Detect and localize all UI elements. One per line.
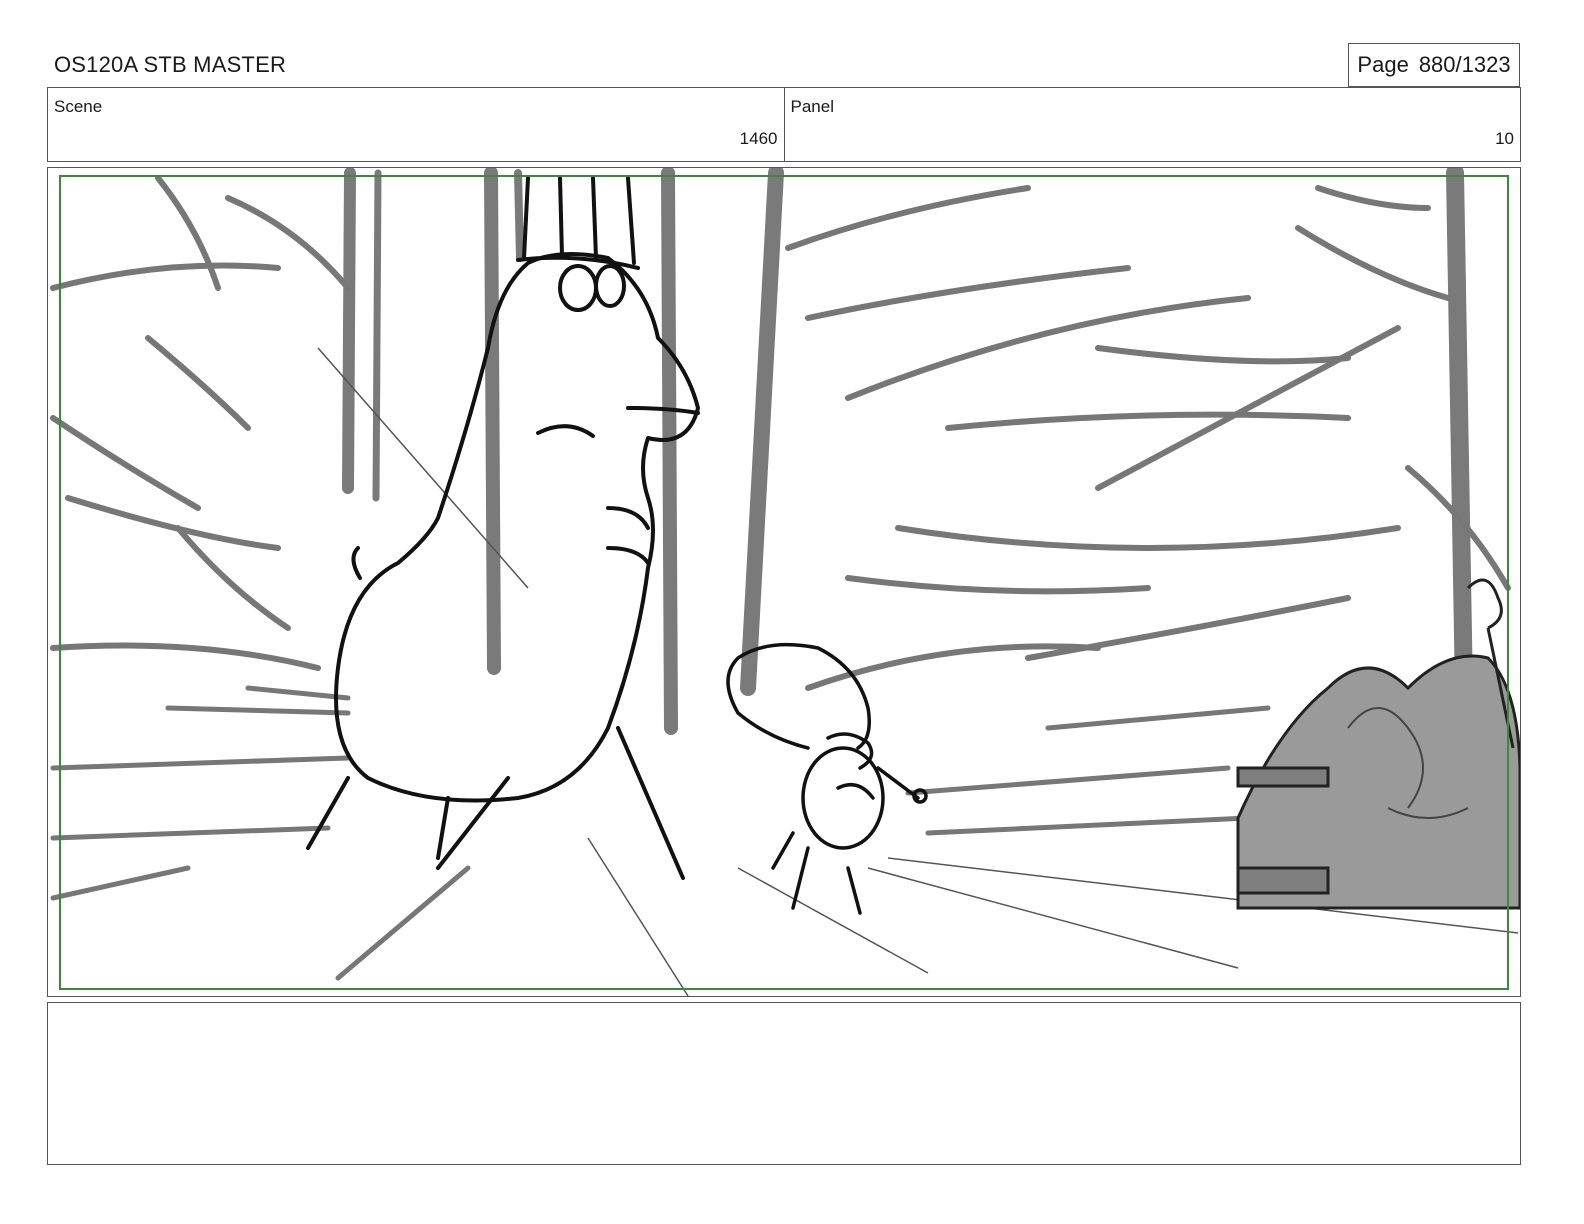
panel-number: 10	[1495, 129, 1514, 148]
panel-label: Panel	[790, 97, 834, 116]
panel-cell: Panel 10	[783, 88, 1521, 161]
scene-label: Scene	[54, 97, 103, 116]
document-title: OS120A STB MASTER	[54, 52, 287, 77]
storyboard-panel	[47, 167, 1521, 997]
notes-box	[47, 1002, 1521, 1165]
background-trees	[342, 168, 1475, 817]
notes-text	[48, 1003, 1520, 1023]
storyboard-sketch	[50, 168, 1520, 996]
page-number: 880/1323	[1418, 52, 1511, 77]
scene-panel-header: Scene 1460 Panel 10	[47, 87, 1521, 162]
wreckage-pile	[1236, 578, 1520, 910]
background-foliage	[50, 175, 1511, 691]
page-label: Page	[1357, 52, 1409, 77]
character-b	[726, 642, 928, 915]
character-a	[306, 176, 700, 880]
scene-number: 1460	[739, 129, 778, 148]
page-indicator: Page 880/1323	[1348, 43, 1520, 87]
ground-lines	[50, 685, 1271, 981]
scene-cell: Scene 1460	[48, 88, 784, 161]
